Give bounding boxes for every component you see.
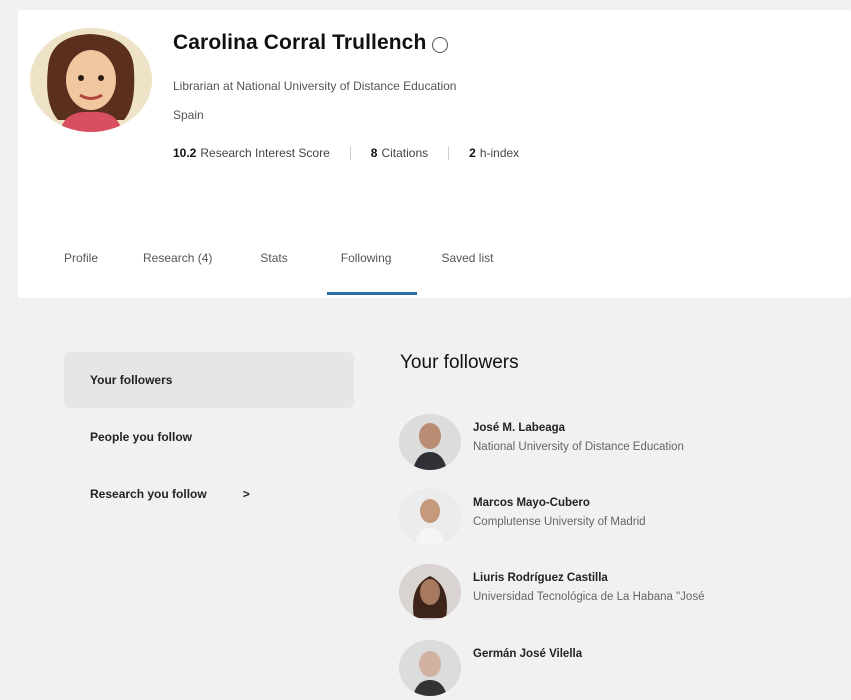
sidebar-item-label: Your followers	[90, 373, 173, 387]
sidebar-item-people-you-follow[interactable]: People you follow	[64, 409, 354, 465]
follower-name[interactable]: José M. Labeaga	[473, 422, 565, 434]
follower-institution[interactable]: Universidad Tecnológica de La Habana "Jo…	[473, 591, 704, 603]
metric-h-index[interactable]: 2 h-index	[469, 146, 519, 160]
follower-item[interactable]: Germán José Vilella	[399, 640, 851, 700]
metric-research-interest[interactable]: 10.2 Research Interest Score	[173, 146, 330, 160]
metric-label: Citations	[381, 146, 429, 160]
follower-avatar[interactable]	[399, 414, 461, 470]
sidebar-item-label: Research you follow	[90, 487, 207, 501]
metric-value: 2	[469, 146, 476, 160]
follower-avatar[interactable]	[399, 564, 461, 620]
profile-name: Carolina Corral Trullench	[173, 31, 427, 54]
metric-value: 10.2	[173, 146, 197, 160]
section-title: Your followers	[400, 352, 519, 373]
sidebar-item-research-you-follow[interactable]: Research you follow >	[64, 466, 354, 522]
sidebar-item-your-followers[interactable]: Your followers	[64, 352, 354, 408]
follower-institution[interactable]: National University of Distance Educatio…	[473, 441, 684, 453]
profile-name-row: Carolina Corral Trullench	[173, 31, 449, 55]
tab-saved-list[interactable]: Saved list	[441, 237, 493, 295]
follower-institution[interactable]: Complutense University of Madrid	[473, 516, 646, 528]
follower-item[interactable]: Liuris Rodríguez Castilla Universidad Te…	[399, 564, 851, 624]
metric-label: h-index	[479, 146, 520, 160]
profile-occupation[interactable]: Librarian at National University of Dist…	[173, 79, 456, 93]
profile-tabs: Profile Research (4) Stats Following Sav…	[18, 237, 493, 297]
metric-citations[interactable]: 8 Citations	[371, 146, 428, 160]
profile-metrics: 10.2 Research Interest Score 8 Citations…	[173, 146, 519, 160]
chevron-right-icon: >	[242, 487, 250, 501]
tab-profile[interactable]: Profile	[64, 237, 98, 295]
tab-stats[interactable]: Stats	[260, 237, 287, 295]
follower-name[interactable]: Liuris Rodríguez Castilla	[473, 572, 608, 584]
profile-country: Spain	[173, 108, 204, 122]
follower-name[interactable]: Marcos Mayo-Cubero	[473, 497, 590, 509]
metric-divider	[448, 146, 450, 160]
tab-research[interactable]: Research (4)	[143, 237, 212, 295]
profile-avatar[interactable]	[30, 28, 152, 132]
metric-value: 8	[370, 146, 378, 160]
tab-following[interactable]: Following	[326, 237, 417, 295]
sidebar-item-label: People you follow	[90, 430, 193, 444]
follower-item[interactable]: José M. Labeaga National University of D…	[399, 414, 851, 474]
info-icon[interactable]	[432, 36, 449, 53]
follower-avatar[interactable]	[399, 640, 461, 696]
follower-avatar[interactable]	[399, 489, 461, 545]
follower-name[interactable]: Germán José Vilella	[473, 648, 582, 660]
metric-divider	[349, 146, 351, 160]
metric-label: Research Interest Score	[200, 146, 330, 160]
follower-item[interactable]: Marcos Mayo-Cubero Complutense Universit…	[399, 489, 851, 549]
